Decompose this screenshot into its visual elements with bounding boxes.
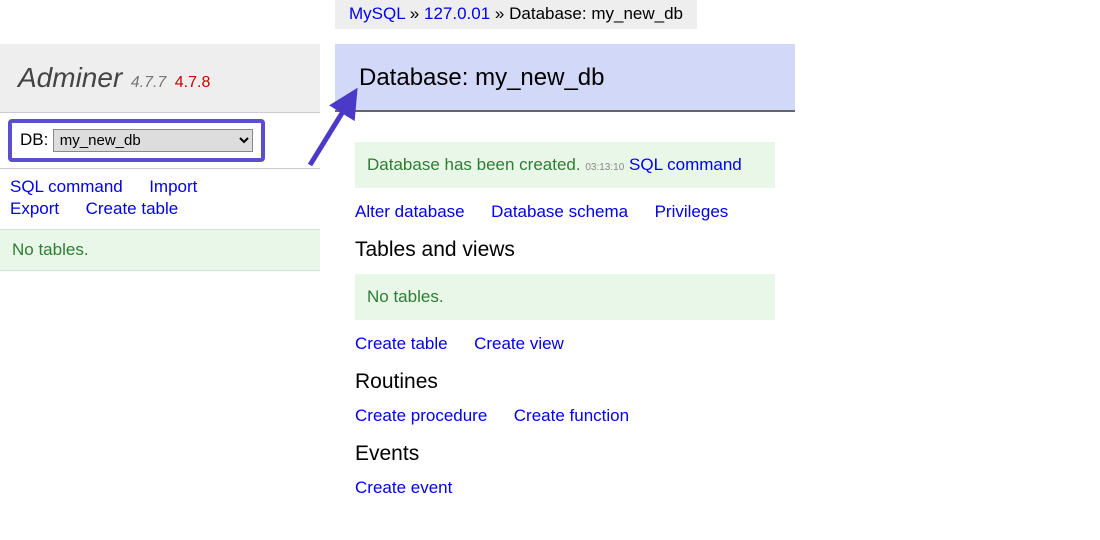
side-link-export[interactable]: Export bbox=[10, 199, 59, 219]
events-heading: Events bbox=[355, 442, 775, 466]
create-view-link[interactable]: Create view bbox=[474, 334, 564, 353]
app-new-version: 4.7.8 bbox=[171, 74, 211, 91]
db-created-msg: Database has been created. 03:13:10 SQL … bbox=[355, 142, 775, 188]
main-content: Database: my_new_db Database has been cr… bbox=[335, 44, 795, 514]
breadcrumb-driver-link[interactable]: MySQL bbox=[349, 4, 405, 23]
side-link-import[interactable]: Import bbox=[149, 177, 197, 197]
breadcrumb-server-link[interactable]: 127.0.01 bbox=[424, 4, 490, 23]
breadcrumb-current: Database: my_new_db bbox=[509, 4, 683, 23]
db-select-highlight: DB: my_new_db bbox=[8, 119, 265, 162]
routines-action-links: Create procedure Create function bbox=[355, 406, 775, 426]
create-function-link[interactable]: Create function bbox=[514, 406, 629, 425]
db-select-label: DB: bbox=[20, 130, 48, 149]
breadcrumb-sep: » bbox=[495, 4, 504, 23]
privileges-link[interactable]: Privileges bbox=[655, 202, 729, 221]
breadcrumb-sep: » bbox=[410, 4, 419, 23]
logo-bar: Adminer 4.7.7 4.7.8 bbox=[0, 44, 320, 113]
db-select[interactable]: my_new_db bbox=[53, 129, 253, 152]
routines-heading: Routines bbox=[355, 370, 775, 394]
msg-text: Database has been created. bbox=[367, 155, 581, 174]
alter-database-link[interactable]: Alter database bbox=[355, 202, 465, 221]
side-link-sql-command[interactable]: SQL command bbox=[10, 177, 123, 197]
app-version: 4.7.7 bbox=[127, 74, 167, 91]
sidebar-links: SQL command Import Export Create table bbox=[0, 169, 320, 229]
page-title: Database: my_new_db bbox=[335, 44, 795, 112]
db-action-links: Alter database Database schema Privilege… bbox=[355, 202, 775, 222]
create-event-link[interactable]: Create event bbox=[355, 478, 452, 497]
no-tables-msg: No tables. bbox=[355, 274, 775, 320]
sidebar: Adminer 4.7.7 4.7.8 DB: my_new_db SQL co… bbox=[0, 44, 320, 271]
create-table-link[interactable]: Create table bbox=[355, 334, 448, 353]
msg-time: 03:13:10 bbox=[585, 162, 624, 173]
db-select-row: DB: my_new_db bbox=[0, 113, 320, 169]
breadcrumb: MySQL » 127.0.01 » Database: my_new_db bbox=[335, 0, 697, 29]
create-procedure-link[interactable]: Create procedure bbox=[355, 406, 487, 425]
msg-sql-command-link[interactable]: SQL command bbox=[629, 155, 742, 174]
database-schema-link[interactable]: Database schema bbox=[491, 202, 628, 221]
side-link-create-table[interactable]: Create table bbox=[86, 199, 179, 219]
app-name: Adminer bbox=[18, 62, 122, 93]
sidebar-no-tables-msg: No tables. bbox=[0, 229, 320, 271]
events-action-links: Create event bbox=[355, 478, 775, 498]
tables-action-links: Create table Create view bbox=[355, 334, 775, 354]
tables-heading: Tables and views bbox=[355, 238, 775, 262]
